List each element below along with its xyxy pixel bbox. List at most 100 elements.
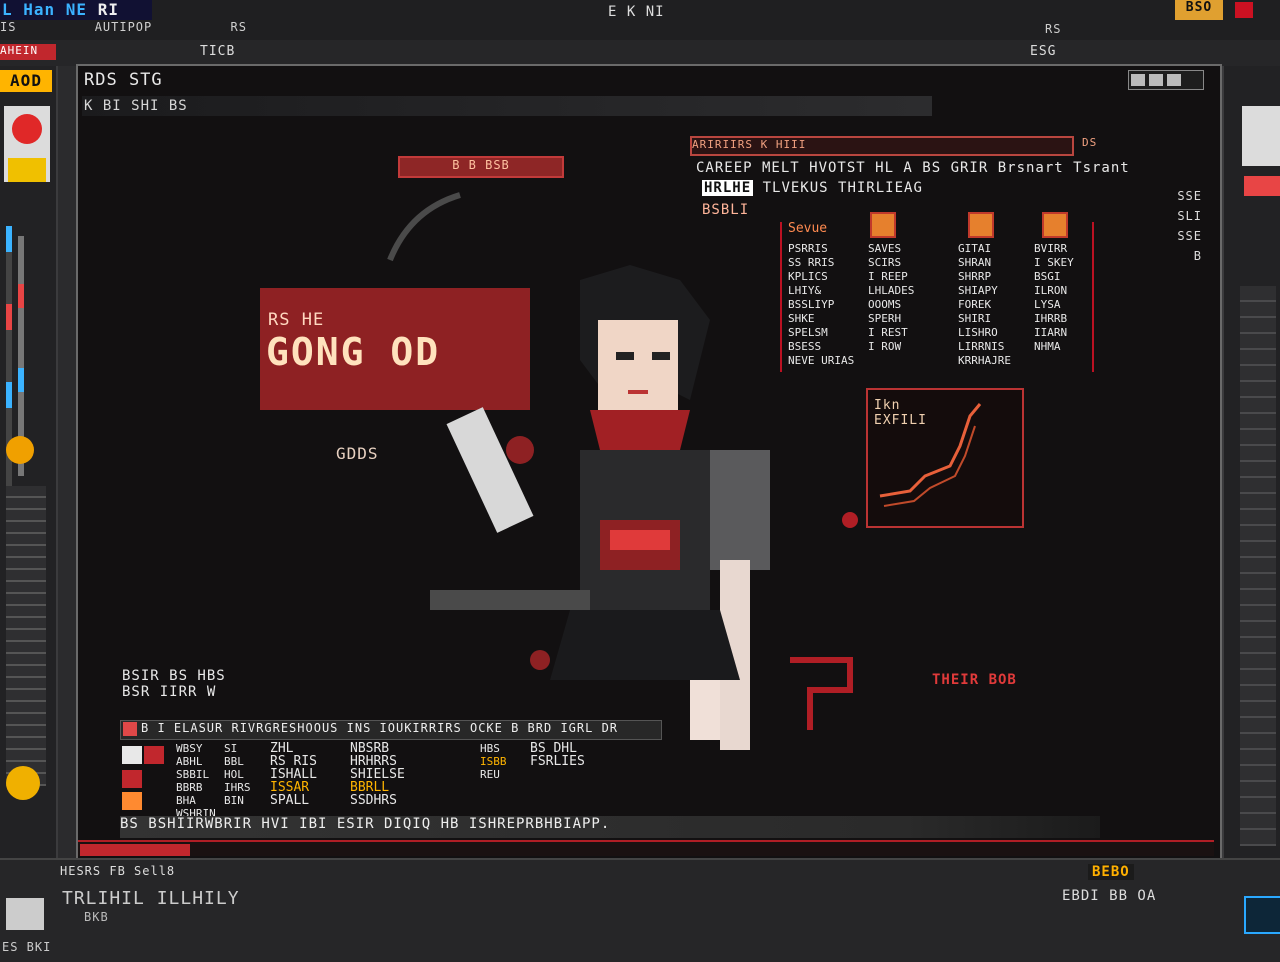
panel-thumbnail[interactable] bbox=[1242, 106, 1280, 166]
grid-cell: IHRS bbox=[224, 781, 251, 794]
close-icon[interactable] bbox=[1167, 74, 1181, 86]
grid-cell: BBRB bbox=[176, 781, 203, 794]
item-slot-icon[interactable] bbox=[122, 792, 142, 810]
stat-cell: SAVES bbox=[868, 242, 902, 255]
stat-cell: SHIAPY bbox=[958, 284, 998, 297]
minimize-icon[interactable] bbox=[1131, 74, 1145, 86]
stat-cell: IHRRB bbox=[1034, 312, 1068, 325]
stats-column-header bbox=[868, 222, 940, 242]
logo-suffix: RI bbox=[97, 0, 119, 19]
grid-cell: HOL bbox=[224, 768, 244, 781]
info-header-right: DS bbox=[1082, 136, 1098, 149]
avatar-badge-icon bbox=[12, 114, 42, 144]
info-highlight: HRLHE bbox=[702, 180, 754, 196]
bottom-left-bar[interactable]: B I ELASUR RIVRGRESHOOUS INS IOUKIRRIRS … bbox=[120, 720, 662, 740]
stat-cell: OOOMS bbox=[868, 298, 902, 311]
status-icon[interactable] bbox=[6, 898, 44, 930]
bottom-left-footer: BS BSHIIRWBRIR HVI IBI ESIR DIQIQ HB ISH… bbox=[120, 816, 1100, 838]
stats-table: Sevue PSRRIS SS RRIS KPLICS LHIY& BSSLIY… bbox=[780, 212, 1094, 372]
stat-cell: LHIY& bbox=[788, 284, 822, 297]
coin-icon[interactable] bbox=[6, 436, 34, 464]
item-slot-icon[interactable] bbox=[144, 746, 164, 764]
right-label: SSE bbox=[1177, 189, 1202, 203]
avatar-bar bbox=[8, 158, 46, 182]
grid-column: BS DHL FSRLIES bbox=[530, 742, 585, 768]
window-title: E K NI bbox=[608, 4, 665, 20]
info-line-2: HRLHE TLVEKUS THIRLIEAG bbox=[702, 180, 923, 196]
bottom-left-title: BSIR BS HBS BSR IIRR W bbox=[122, 668, 226, 700]
window-controls[interactable] bbox=[1128, 70, 1204, 90]
stat-cell: I REST bbox=[868, 326, 908, 339]
stat-cell: IIARN bbox=[1034, 326, 1068, 339]
right-label: B bbox=[1193, 249, 1202, 263]
minimap-icon[interactable] bbox=[1244, 896, 1280, 934]
stat-cell: SPELSM bbox=[788, 326, 828, 339]
stats-column-header bbox=[1034, 222, 1088, 242]
close-button[interactable] bbox=[1235, 2, 1253, 18]
stat-cell: KRRHAJRE bbox=[958, 354, 1011, 367]
status-left-1: HESRS FB Sell8 bbox=[60, 864, 176, 878]
grid-column: SI BBL HOL IHRS BIN bbox=[224, 742, 251, 807]
logo-text: L Han NE bbox=[2, 0, 88, 19]
item-slot-icon[interactable] bbox=[122, 746, 142, 764]
bar-chip-icon bbox=[123, 722, 137, 736]
toolbar-left-label[interactable]: AHEIN bbox=[0, 44, 56, 60]
banner-footer: GDDS bbox=[336, 444, 379, 463]
stat-cell: SHIRI bbox=[958, 312, 992, 325]
graph-lines bbox=[879, 403, 982, 507]
menu-item-3[interactable]: RS bbox=[231, 20, 247, 34]
stats-column: Sevue PSRRIS SS RRIS KPLICS LHIY& BSSLIY… bbox=[788, 222, 860, 368]
top-menu: IS AUTIPOP RS bbox=[0, 20, 317, 34]
status-right-1[interactable]: BEBO bbox=[1088, 864, 1134, 880]
tool-strip-icon[interactable] bbox=[1240, 286, 1276, 846]
canvas-title: RDS STG bbox=[84, 70, 163, 90]
maximize-icon[interactable] bbox=[1149, 74, 1163, 86]
grid-column: HBS ISBB REU bbox=[480, 742, 507, 781]
stat-cell: SHRAN bbox=[958, 256, 992, 269]
toolbar-right-label[interactable]: ESG bbox=[1030, 44, 1056, 59]
stats-column-header bbox=[958, 222, 1030, 242]
coin-icon[interactable] bbox=[6, 766, 40, 800]
stat-cell: BSSLIYP bbox=[788, 298, 835, 311]
stat-cell: I REEP bbox=[868, 270, 908, 283]
stat-cell: BVIRR bbox=[1034, 242, 1068, 255]
toolbar-center-label[interactable]: TICB bbox=[200, 44, 235, 59]
info-header: ARIRIIRS K HIII bbox=[690, 136, 1074, 156]
stat-cell: SHKE bbox=[788, 312, 815, 325]
top-right-badge[interactable]: BSO bbox=[1175, 0, 1223, 20]
grid-cell: SPALL bbox=[270, 793, 310, 808]
app-logo[interactable]: L Han NE RI bbox=[0, 0, 152, 20]
tool-strip-icon[interactable] bbox=[6, 486, 46, 786]
status-red-chip[interactable] bbox=[80, 844, 190, 856]
stats-column: SAVES SCIRS I REEP LHLADES OOOMS SPERH I… bbox=[868, 222, 940, 354]
panel-thumbnail[interactable] bbox=[1244, 176, 1280, 196]
stat-cell: I ROW bbox=[868, 340, 902, 353]
menu-item-1[interactable]: IS bbox=[0, 20, 16, 34]
bottom-left-title-line-1: BSIR BS HBS bbox=[122, 668, 226, 684]
grid-cell: ABHL bbox=[176, 755, 203, 768]
player-avatar[interactable] bbox=[4, 106, 50, 182]
status-text: THEIR BOB bbox=[932, 672, 1017, 688]
status-left-2: TRLIHIL ILLHILY bbox=[62, 888, 240, 909]
grid-cell: SBBIL bbox=[176, 768, 210, 781]
grid-column: WBSY ABHL SBBIL BBRB BHA WSHRIN bbox=[176, 742, 216, 820]
menu-item-2[interactable]: AUTIPOP bbox=[95, 20, 153, 34]
stat-cell: NHMA bbox=[1034, 340, 1061, 353]
bottom-left-grid: WBSY ABHL SBBIL BBRB BHA WSHRIN SI BBL H… bbox=[120, 742, 640, 820]
grid-cell: FSRLIES bbox=[530, 754, 585, 769]
right-label: SSE bbox=[1177, 229, 1202, 243]
grid-cell: SSDHRS bbox=[350, 793, 397, 808]
stat-cell: LHLADES bbox=[868, 284, 915, 297]
stat-cell: LYSA bbox=[1034, 298, 1061, 311]
grid-column: ZHL RS RIS ISHALL ISSAR SPALL bbox=[270, 742, 317, 807]
menu-item-right[interactable]: RS bbox=[1045, 22, 1061, 36]
status-footer: ES BKI bbox=[2, 940, 52, 954]
canvas-bottom-bar bbox=[78, 840, 1214, 856]
item-slot-icon[interactable] bbox=[122, 770, 142, 788]
info-line-1: CAREEP MELT HVOTST HL A BS GRIR Brsnart … bbox=[696, 160, 1130, 176]
right-labels: SSE SLI SSE B bbox=[1162, 186, 1202, 266]
stat-cell: LIRRNIS bbox=[958, 340, 1005, 353]
score-counter: AOD bbox=[0, 70, 52, 92]
status-left-3: BKB bbox=[84, 910, 109, 924]
stat-cell: KPLICS bbox=[788, 270, 828, 283]
